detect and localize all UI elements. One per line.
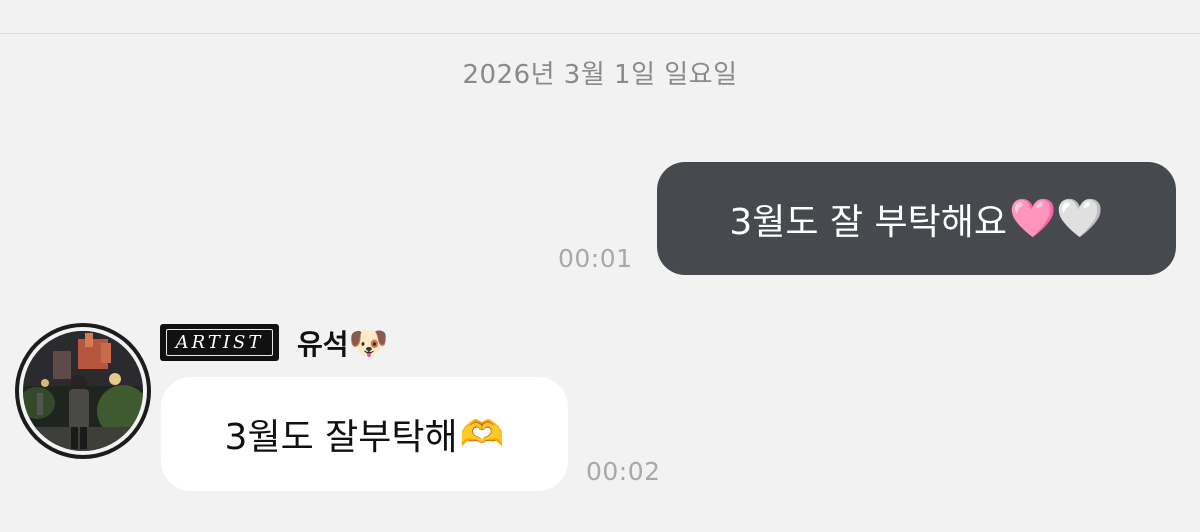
sender-name-text: 유석 bbox=[297, 328, 349, 361]
artist-badge: ARTIST bbox=[160, 324, 279, 361]
avatar-photo-icon bbox=[23, 331, 143, 451]
outgoing-message-text: 3월도 잘 부탁해요 bbox=[729, 201, 1007, 243]
incoming-message-text: 3월도 잘부탁해 bbox=[224, 417, 458, 458]
dog-emoji-icon: 🐶 bbox=[348, 324, 389, 362]
heart-hands-emoji-icon: 🫶 bbox=[459, 414, 505, 455]
heart-emoji-icon: 🩷🤍 bbox=[1009, 196, 1104, 240]
avatar-photo bbox=[23, 331, 143, 451]
avatar[interactable] bbox=[15, 323, 151, 459]
date-separator: 2026년 3월 1일 일요일 bbox=[462, 60, 738, 90]
artist-badge-label: ARTIST bbox=[165, 329, 274, 356]
top-divider bbox=[0, 33, 1200, 34]
sender-name[interactable]: 유석🐶 bbox=[297, 323, 388, 363]
incoming-message-bubble[interactable]: 3월도 잘부탁해 🫶 bbox=[161, 377, 568, 491]
outgoing-message-bubble[interactable]: 3월도 잘 부탁해요 🩷🤍 bbox=[657, 162, 1176, 275]
outgoing-message-time: 00:01 bbox=[558, 244, 633, 273]
incoming-message-time: 00:02 bbox=[586, 457, 661, 486]
